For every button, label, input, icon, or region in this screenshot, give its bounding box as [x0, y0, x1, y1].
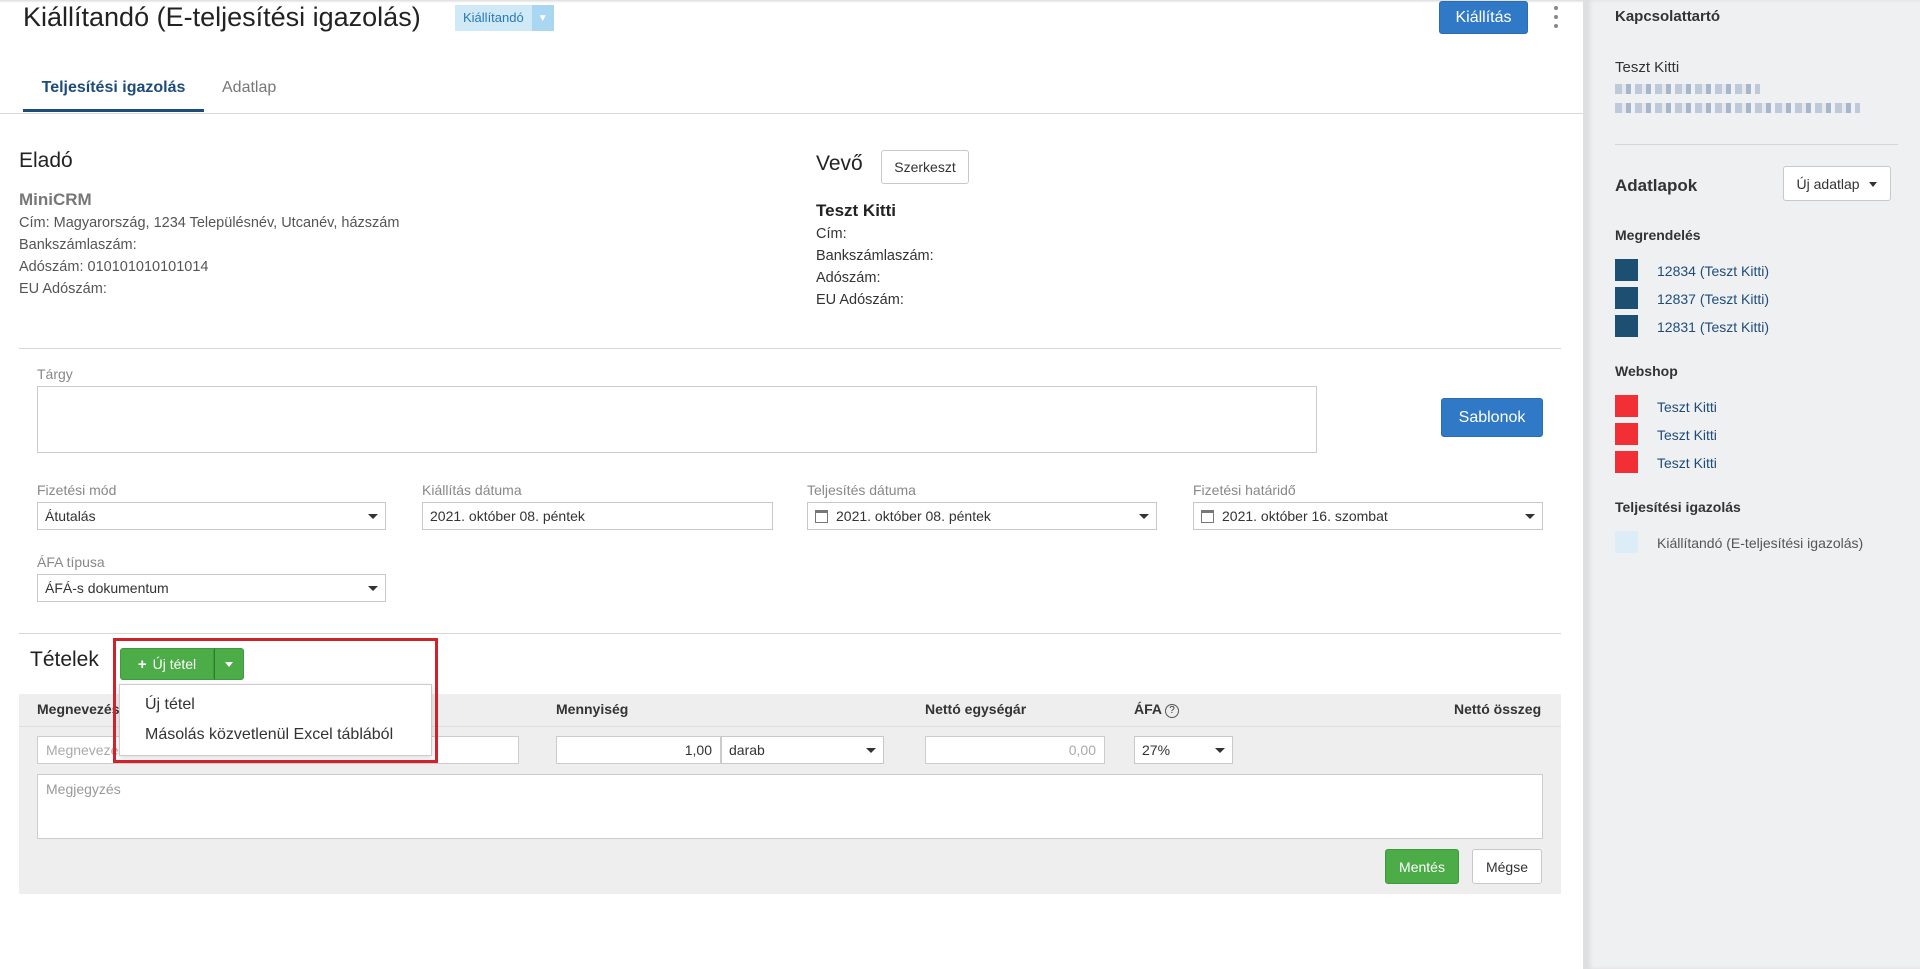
order-link[interactable]: 12831 (Teszt Kitti) — [1657, 319, 1769, 335]
chevron-down-icon — [1525, 514, 1535, 519]
webshop-swatch — [1615, 451, 1638, 473]
order-link[interactable]: 12834 (Teszt Kitti) — [1657, 263, 1769, 279]
more-options-icon[interactable] — [1552, 6, 1560, 28]
contact-name[interactable]: Teszt Kitti — [1615, 59, 1679, 76]
contact-title: Kapcsolattartó — [1615, 8, 1721, 25]
buyer-bank: Bankszámlaszám: — [816, 248, 934, 264]
unit-select[interactable]: darab — [721, 736, 884, 764]
seller-address: Cím: Magyarország, 1234 Településnév, Ut… — [19, 215, 400, 231]
payment-method-label: Fizetési mód — [37, 482, 117, 498]
buyer-address: Cím: — [816, 226, 847, 242]
group-title-order: Megrendelés — [1615, 227, 1701, 243]
vat-value: 27% — [1142, 742, 1171, 758]
chevron-down-icon — [866, 748, 876, 753]
page-title: Kiállítandó (E-teljesítési igazolás) — [23, 2, 421, 32]
vat-select[interactable]: 27% — [1134, 736, 1233, 764]
new-datasheet-label: Új adatlap — [1796, 175, 1860, 192]
seller-eu-tax: EU Adószám: — [19, 281, 107, 297]
payment-method-select[interactable]: Átutalás — [37, 502, 386, 530]
items-heading: Tételek — [30, 648, 99, 671]
webshop-swatch — [1615, 395, 1638, 417]
certificate-link[interactable]: Kiállítandó (E-teljesítési igazolás) — [1657, 535, 1863, 551]
edit-buyer-button[interactable]: Szerkeszt — [881, 150, 969, 184]
seller-tax: Adószám: 010101010101014 — [19, 259, 209, 275]
buyer-tax: Adószám: — [816, 270, 881, 286]
tab-datasheet[interactable]: Adatlap — [222, 79, 276, 109]
chevron-down-icon — [1139, 514, 1149, 519]
vat-type-select[interactable]: ÁFÁ-s dokumentum — [37, 574, 386, 602]
tab-bar: Teljesítési igazolás Adatlap — [0, 74, 1583, 114]
fulfillment-date-label: Teljesítés dátuma — [807, 482, 916, 498]
right-sidebar: Kapcsolattartó Teszt Kitti Adatlapok Új … — [1583, 0, 1920, 969]
highlight-box — [113, 638, 438, 763]
status-badge[interactable]: Kiállítandó ▼ — [455, 5, 554, 31]
status-badge-label: Kiállítandó — [455, 5, 532, 31]
contact-email-redacted — [1615, 84, 1760, 94]
vat-type-value: ÁFÁ-s dokumentum — [45, 580, 169, 596]
issue-date-label: Kiállítás dátuma — [422, 482, 522, 498]
tab-certificate[interactable]: Teljesítési igazolás — [23, 79, 204, 112]
seller-company: MiniCRM — [19, 190, 92, 209]
quantity-input[interactable]: 1,00 — [556, 736, 721, 764]
webshop-link[interactable]: Teszt Kitti — [1657, 399, 1717, 415]
chevron-down-icon — [368, 514, 378, 519]
due-date-label: Fizetési határidő — [1193, 482, 1296, 498]
datasheets-title: Adatlapok — [1615, 176, 1698, 195]
seller-heading: Eladó — [19, 149, 73, 172]
issue-date-value: 2021. október 08. péntek — [430, 508, 585, 524]
order-swatch — [1615, 287, 1638, 309]
webshop-link[interactable]: Teszt Kitti — [1657, 455, 1717, 471]
divider — [19, 348, 1561, 349]
column-unit-price: Nettó egységár — [925, 701, 1027, 717]
group-title-certificate: Teljesítési igazolás — [1615, 499, 1741, 515]
subject-input[interactable] — [37, 386, 1317, 453]
main-content: Kiállítandó (E-teljesítési igazolás) Kiá… — [0, 0, 1583, 969]
certificate-swatch — [1615, 531, 1638, 553]
save-button[interactable]: Mentés — [1385, 849, 1459, 884]
due-date-value: 2021. október 16. szombat — [1222, 508, 1388, 524]
order-swatch — [1615, 259, 1638, 281]
vat-type-label: ÁFA típusa — [37, 554, 105, 570]
column-quantity: Mennyiség — [556, 701, 629, 717]
templates-button[interactable]: Sablonok — [1441, 398, 1543, 437]
note-input[interactable]: Megjegyzés — [37, 774, 1543, 839]
fulfillment-date-value: 2021. október 08. péntek — [836, 508, 991, 524]
group-title-webshop: Webshop — [1615, 363, 1678, 379]
webshop-link[interactable]: Teszt Kitti — [1657, 427, 1717, 443]
order-swatch — [1615, 315, 1638, 337]
column-net-total: Nettó összeg — [1454, 701, 1542, 717]
contact-phone-redacted — [1615, 103, 1860, 113]
unit-value: darab — [729, 742, 765, 758]
column-vat-label: ÁFA — [1134, 701, 1162, 717]
new-datasheet-button[interactable]: Új adatlap — [1783, 166, 1891, 201]
calendar-icon — [1201, 509, 1214, 523]
fulfillment-date-select[interactable]: 2021. október 08. péntek — [807, 502, 1157, 530]
issue-date-input[interactable]: 2021. október 08. péntek — [422, 502, 773, 530]
payment-method-value: Átutalás — [45, 508, 96, 524]
seller-bank: Bankszámlaszám: — [19, 237, 137, 253]
due-date-select[interactable]: 2021. október 16. szombat — [1193, 502, 1543, 530]
chevron-down-icon[interactable]: ▼ — [531, 5, 554, 31]
column-vat: ÁFA? — [1134, 701, 1179, 718]
subject-label: Tárgy — [37, 366, 73, 382]
chevron-down-icon — [368, 586, 378, 591]
chevron-down-icon — [1215, 748, 1225, 753]
issue-button[interactable]: Kiállítás — [1439, 1, 1528, 34]
unit-price-input[interactable]: 0,00 — [925, 736, 1105, 764]
chevron-down-icon — [1869, 181, 1878, 187]
column-name: Megnevezés — [37, 701, 120, 717]
help-icon[interactable]: ? — [1165, 704, 1179, 718]
cancel-button[interactable]: Mégse — [1472, 849, 1542, 884]
buyer-heading: Vevő — [816, 152, 863, 175]
divider — [19, 633, 1561, 634]
buyer-eu-tax: EU Adószám: — [816, 292, 904, 308]
webshop-swatch — [1615, 423, 1638, 445]
note-placeholder: Megjegyzés — [46, 781, 121, 797]
calendar-icon — [815, 509, 828, 523]
buyer-name: Teszt Kitti — [816, 201, 896, 220]
divider — [1615, 144, 1898, 145]
order-link[interactable]: 12837 (Teszt Kitti) — [1657, 291, 1769, 307]
